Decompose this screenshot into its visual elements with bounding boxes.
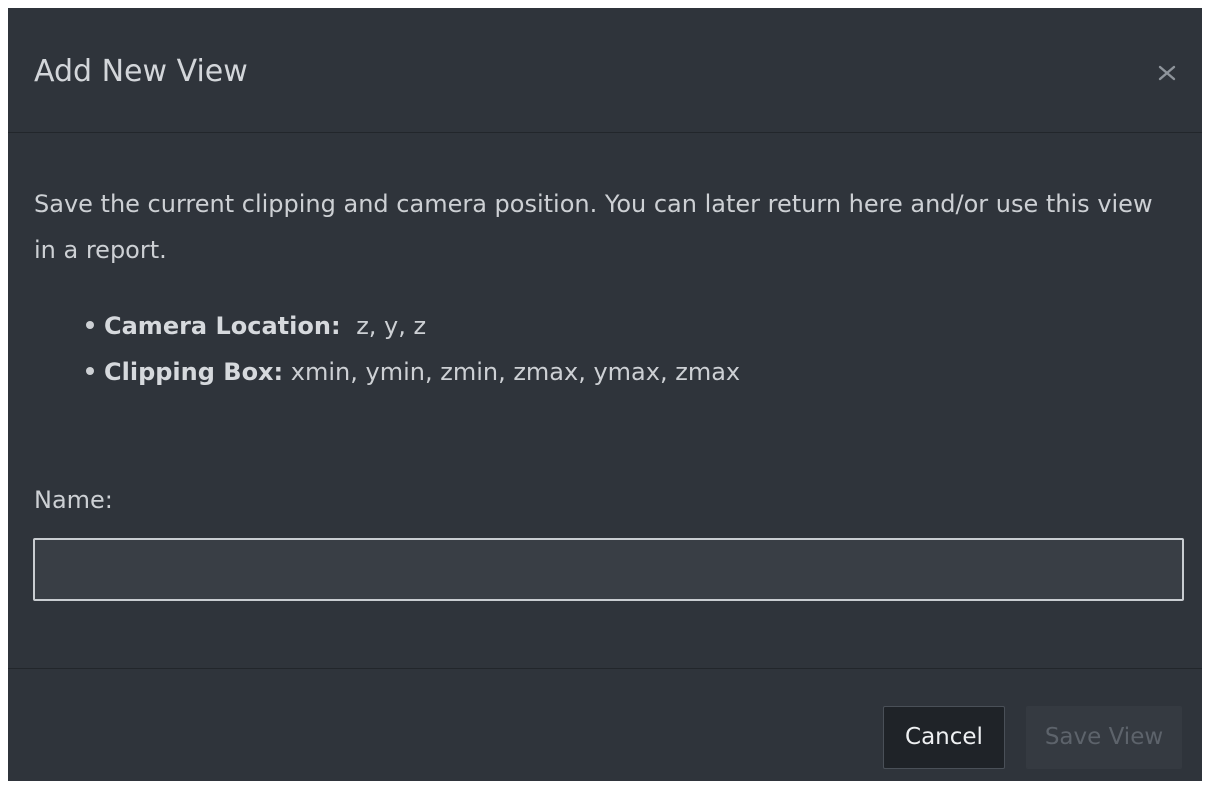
view-details-list: Camera Location: z, y, z Clipping Box: x… [86,303,741,395]
dialog-description: Save the current clipping and camera pos… [34,190,1153,264]
detail-label: Clipping Box: [104,358,284,386]
dialog-footer: Cancel Save View [8,668,1202,781]
name-input[interactable] [33,538,1184,601]
close-icon [1158,65,1176,81]
detail-camera-location: Camera Location: z, y, z [86,303,740,349]
bullet-icon [86,367,94,375]
detail-value: xmin, ymin, zmin, zmax, ymax, zmax [290,358,741,386]
close-button[interactable] [1156,62,1178,84]
dialog-header: Add New View [8,8,1202,133]
bullet-icon [86,321,94,329]
save-view-button[interactable]: Save View [1026,706,1182,769]
dialog-title: Add New View [34,54,248,89]
detail-label: Camera Location: [104,312,341,340]
detail-clipping-box: Clipping Box: xmin, ymin, zmin, zmax, ym… [86,349,741,395]
add-view-dialog: Add New View Save the current clipping a… [8,8,1202,781]
cancel-button[interactable]: Cancel [883,706,1005,769]
name-label: Name: [34,486,113,514]
detail-value: z, y, z [356,312,427,340]
dialog-body: Save the current clipping and camera pos… [8,133,1202,668]
